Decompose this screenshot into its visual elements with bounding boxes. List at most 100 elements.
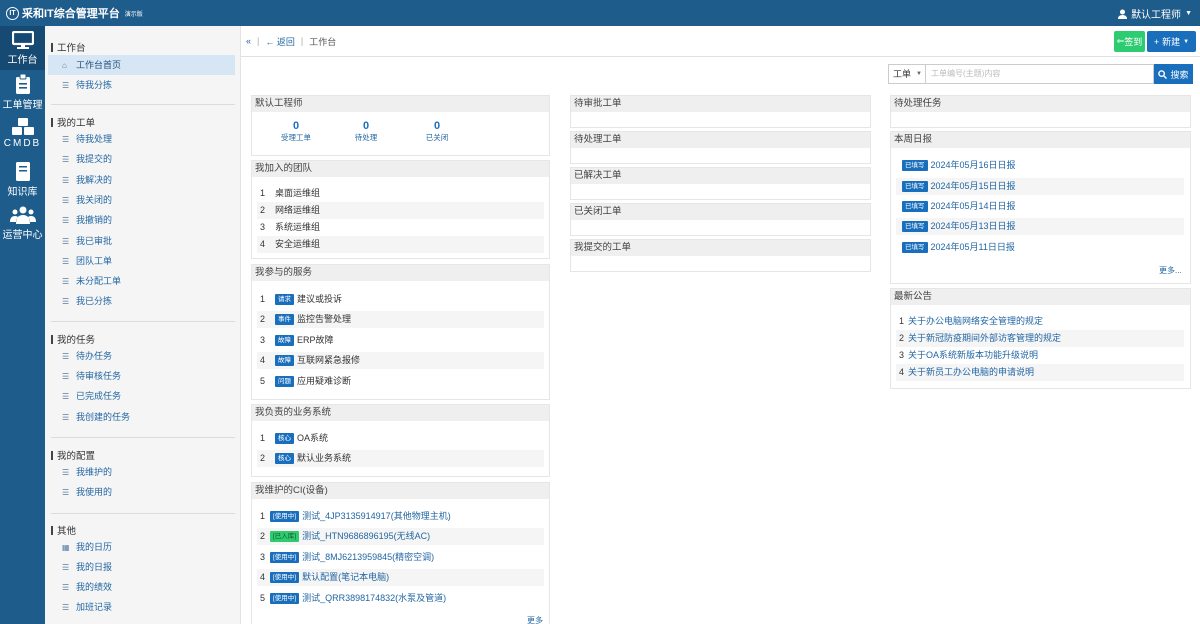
chevron-down-icon: ▼ [916,71,922,77]
users-icon [9,206,36,224]
more-link[interactable]: 更多 [527,615,543,624]
menu-item[interactable]: ☰ 我创建的任务 [48,407,235,427]
pending-tasks-panel: 待处理任务 [890,95,1191,128]
module-knowledge[interactable]: 知识库 [0,162,45,202]
list-item[interactable]: 3 故障 ERP故障 [257,332,544,349]
back-link[interactable]: ← 返回 [265,35,295,48]
list-item[interactable]: 5 [使用中] 测试_QRR3898174832(水泵及管道) [257,590,544,607]
module-label: 工作台 [7,55,38,66]
divider: | [300,36,304,46]
module-workbench[interactable]: 工作台 [0,26,45,70]
menu-item[interactable]: ☰ 待审核任务 [48,366,235,386]
module-operations[interactable]: 运营中心 [0,206,45,246]
ci-status-badge: [已入库] [270,531,300,542]
list-icon: ☰ [62,155,70,164]
menu-item[interactable]: ☰ 我撤销的 [48,210,235,230]
module-label: 知识库 [7,187,38,198]
list-item[interactable]: 3 [使用中] 测试_8MJ6213959845(精密空调) [257,549,544,566]
list-item[interactable]: 3 关于OA系统新版本功能升级说明 [896,347,1184,364]
more-link[interactable]: 更多... [1159,265,1182,276]
menu-item[interactable]: ☰ 待我处理 [48,129,235,149]
menu-item[interactable]: ☰ 我使用的 [48,482,235,502]
chevron-down-icon: ▼ [1185,10,1192,17]
ticket-panel-resolved: 已解决工单 [570,167,871,200]
list-item[interactable]: 1 [使用中] 测试_4JP3135914917(其他物理主机) [257,508,544,525]
menu-item[interactable]: ☰ 我提交的 [48,149,235,169]
module-bar: 工作台 工单管理 CMDB 知识库 运营中心 [0,26,45,624]
list-item[interactable]: 已填写 2024年05月16日日报 [896,157,1184,174]
list-item[interactable]: 已填写 2024年05月15日日报 [896,178,1184,195]
list-icon: ☰ [62,413,70,422]
panel-title: 我维护的CI(设备) [252,483,549,499]
menu-item[interactable]: ☰ 已完成任务 [48,386,235,406]
search-button[interactable]: 搜索 [1154,64,1193,84]
search-type-select[interactable]: 工单 ▼ [888,64,926,84]
list-item: 1 桌面运维组 [260,188,321,198]
module-tickets[interactable]: 工单管理 [0,74,45,114]
list-item[interactable]: 已填写 2024年05月11日日报 [896,239,1184,256]
menu-group-title: 我的任务 [51,332,95,346]
list-item[interactable]: 2 核心 默认业务系统 [257,450,544,467]
systems-panel: 我负责的业务系统 1 核心 OA系统 2 核心 默认业务系统 [251,404,550,477]
menu-item-workbench-home[interactable]: ⌂ 工作台首页 [48,55,235,75]
menu-item[interactable]: ☰ 我关闭的 [48,190,235,210]
sign-in-button[interactable]: ⇐ 签到 [1114,31,1145,52]
service-type-badge: 事件 [275,314,294,325]
module-label: CMDB [3,138,42,149]
panel-title: 待审批工单 [571,96,870,112]
list-icon: ☰ [62,563,70,572]
list-icon: ☰ [62,196,70,205]
list-item[interactable]: 4 [使用中] 默认配置(笔记本电脑) [257,569,544,586]
search-input[interactable]: 工单编号(主题)内容 [926,64,1154,84]
menu-item[interactable]: ☰ 未分配工单 [48,271,235,291]
menu-item[interactable]: ▦ 我的日历 [48,537,235,557]
menu-item[interactable]: ☰ 团队工单 [48,251,235,271]
collapse-icon[interactable]: « [246,36,251,46]
list-item[interactable]: 1 请求 建议或投诉 [257,291,544,308]
menu-item[interactable]: ☰ 我维护的 [48,462,235,482]
logo-icon: IT [6,6,19,20]
list-item[interactable]: 1 核心 OA系统 [257,430,544,447]
menu-item[interactable]: ☰ 我的日报 [48,557,235,577]
ci-status-badge: [使用中] [270,511,300,522]
list-item[interactable]: 2 事件 监控告警处理 [257,311,544,328]
stat-accepted[interactable]: 0 受理工单 [271,120,321,143]
user-menu[interactable]: 默认工程师 ▼ [1118,6,1192,21]
new-button[interactable]: + 新建 ▼ [1147,31,1196,52]
menu-item[interactable]: ☰ 我解决的 [48,170,235,190]
app-title: 采和IT综合管理平台 [22,8,120,20]
weekly-report-panel: 本周日报 已填写 2024年05月16日日报 已填写 2024年05月15日日报 已… [890,131,1191,284]
list-item[interactable]: 5 问题 应用疑难诊断 [257,373,544,390]
system-level-badge: 核心 [275,453,294,464]
module-label: 运营中心 [2,230,43,241]
module-cmdb[interactable]: CMDB [0,118,45,158]
menu-item[interactable]: ☰ 加班记录 [48,597,235,617]
stat-closed[interactable]: 0 已关闭 [412,120,462,143]
monitor-icon [11,31,34,49]
list-item[interactable]: 1 关于办公电脑网络安全管理的规定 [896,313,1184,330]
panel-title: 我加入的团队 [252,161,549,177]
stat-pending[interactable]: 0 待处理 [341,120,391,143]
menu-item-sort[interactable]: ☰ 待我分拣 [48,75,235,95]
list-icon: ☰ [62,237,70,246]
side-menu: 工作台 ⌂ 工作台首页 ☰ 待我分拣 我的工单 ☰ 待我处理 ☰ 我提交的 ☰ 我解决的 … [45,26,241,624]
search-icon [1158,69,1168,79]
list-item[interactable]: 2 [已入库] 测试_HTN9686896195(无线AC) [257,528,544,545]
divider [51,437,235,438]
list-item[interactable]: 已填写 2024年05月14日日报 [896,198,1184,215]
list-item[interactable]: 2 关于新冠防疫期间外部访客管理的规定 [896,330,1184,347]
menu-item[interactable]: ☰ 我已审批 [48,231,235,251]
list-item[interactable]: 已填写 2024年05月13日日报 [896,218,1184,235]
list-item[interactable]: 4 故障 互联网紧急报修 [257,352,544,369]
ci-status-badge: [使用中] [270,572,300,583]
menu-item[interactable]: ☰ 我已分拣 [48,291,235,311]
panel-title: 我参与的服务 [252,265,549,281]
brand[interactable]: IT 采和IT综合管理平台 演示版 [6,5,143,21]
menu-item[interactable]: ☰ 我的绩效 [48,577,235,597]
menu-item[interactable]: ☰ 待办任务 [48,346,235,366]
list-item[interactable]: 4 关于新员工办公电脑的申请说明 [896,364,1184,381]
list-item: 2 网络运维组 [257,202,544,219]
list-icon: ☰ [62,216,70,225]
ci-panel: 我维护的CI(设备) 1 [使用中] 测试_4JP3135914917(其他物理主机… [251,482,550,624]
breadcrumb-current: 工作台 [309,36,337,47]
